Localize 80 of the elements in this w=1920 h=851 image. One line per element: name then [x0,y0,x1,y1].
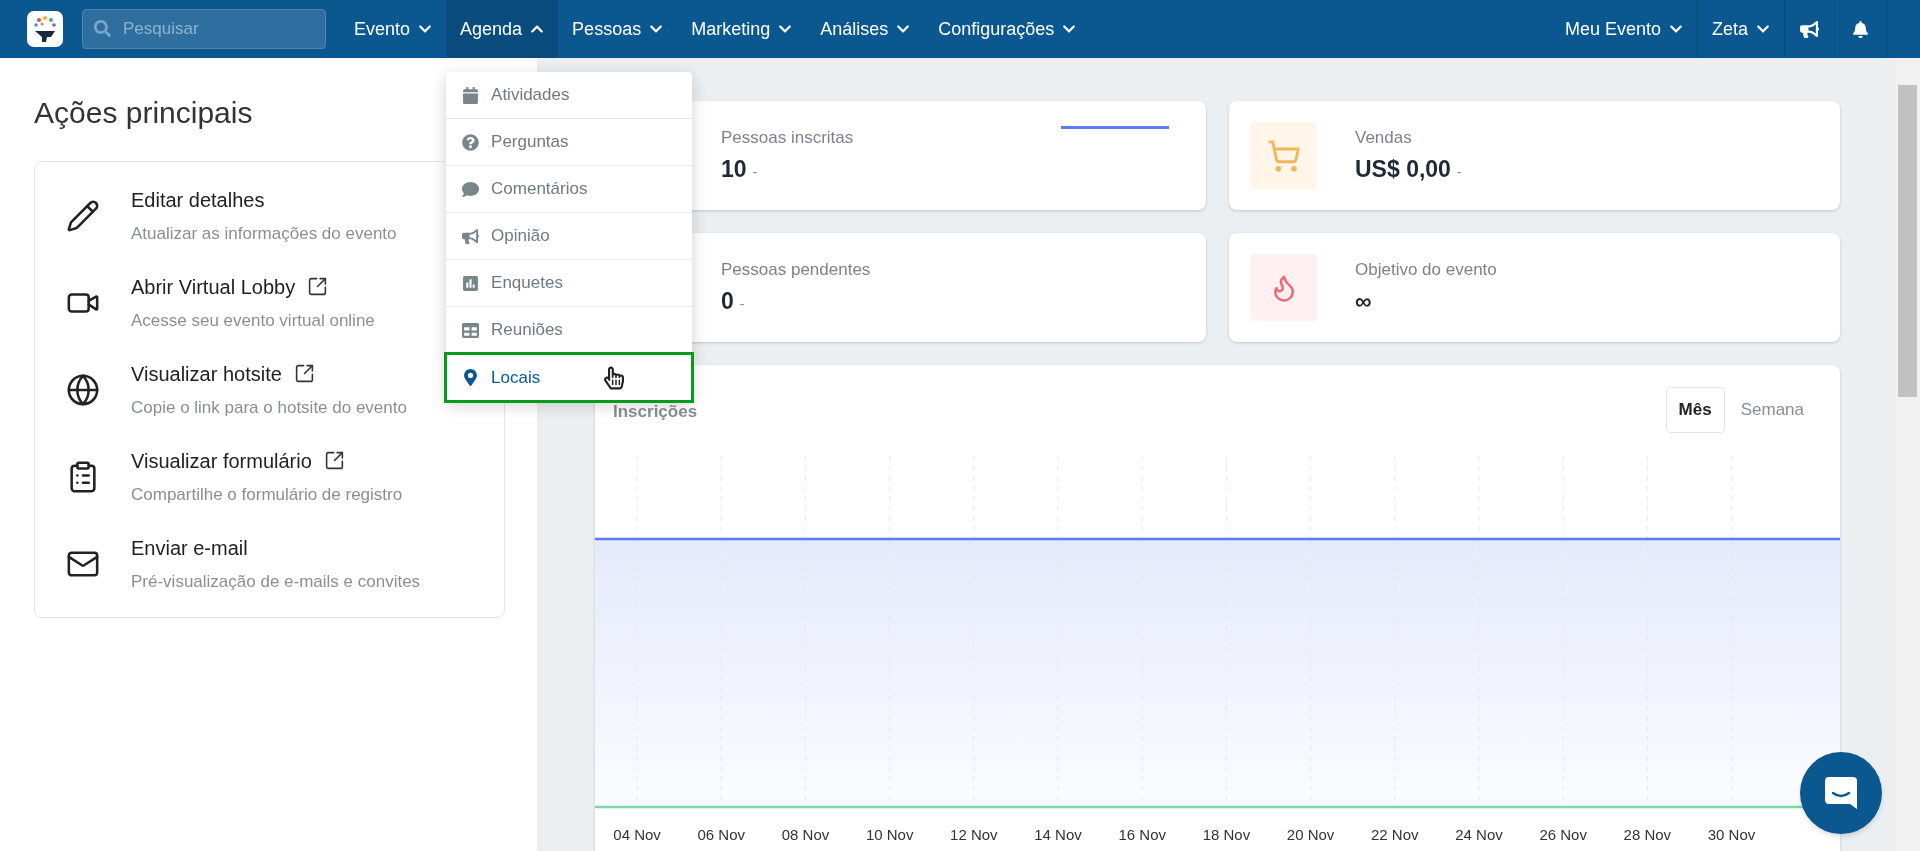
search-icon [94,20,111,37]
action-subtitle: Atualizar as informações do evento [131,222,397,245]
action-title: Visualizar hotsite [131,361,282,387]
axis-label: 30 Nov [1706,825,1757,845]
action-item[interactable]: Visualizar hotsite Copie o link para o hotsite do evento [35,346,413,433]
cart-icon [1266,138,1301,173]
period-toggle[interactable]: Mês [1665,387,1725,433]
nav-menu[interactable]: Evento [340,0,447,58]
stat-change: - [739,295,745,314]
menu-item-label: Atividades [491,84,570,107]
axis-label: 26 Nov [1538,825,1588,845]
stat-value: US$ 0,00 [1355,155,1451,184]
menu-item-label: Comentários [491,178,588,201]
menu-item-label: Locais [491,366,541,389]
action-subtitle: Pré-visualização de e-mails e convites [131,570,421,593]
menu-item-label: Reuniões [491,319,563,342]
menu-item-label: Opinião [491,225,550,248]
chart-title: Inscrições [613,401,698,423]
nav-menu[interactable]: Meu Evento [1550,0,1698,58]
stat-change: - [752,163,758,182]
action-title: Editar detalhes [131,187,265,213]
section-title: Ações principais [34,95,253,131]
action-item[interactable]: Enviar e-mail Pré-visualização de e-mails e convites [35,520,427,607]
nav-menu[interactable]: Agenda [446,0,559,58]
hand-pointer-icon [604,366,625,390]
megaphone-icon [1800,19,1819,39]
action-title: Abrir Virtual Lobby [131,274,296,300]
axis-label: 28 Nov [1622,825,1673,845]
stat-label: Objetivo do evento [1355,258,1497,281]
calendar-icon [462,86,480,104]
action-title: Visualizar formulário [131,448,312,474]
pencil-icon [66,198,100,233]
menu-item-label: Enquetes [491,272,563,295]
logo-icon [27,11,63,47]
external-link-icon [323,450,345,472]
external-link-icon [293,363,315,385]
axis-label: 14 Nov [1033,825,1083,845]
speech-bubble-icon [462,180,480,198]
table-icon [462,321,480,339]
chat-button[interactable] [1800,752,1882,834]
axis-label: 16 Nov [1117,825,1167,845]
axis-label: 20 Nov [1285,825,1336,845]
action-title: Enviar e-mail [131,535,248,561]
stat-value: ∞ [1355,287,1372,316]
nav-menu[interactable]: Zeta [1697,0,1785,58]
external-link-icon [307,276,329,298]
menu-item[interactable]: Locais [446,354,693,401]
axis-label: 12 Nov [949,825,999,845]
stat-value: 10 [721,155,747,184]
axis-label: 04 Nov [612,825,662,845]
axis-label: 10 Nov [864,825,915,845]
stat-change: - [1456,163,1462,182]
globe-icon [66,372,100,407]
bell-icon [1852,20,1869,38]
nav-menu[interactable]: Configurações [924,0,1091,58]
menu-item-label: Perguntas [491,131,569,154]
megaphone-icon [462,227,480,245]
action-subtitle: Acesse seu evento virtual online [131,309,375,332]
axis-label: 24 Nov [1454,825,1504,845]
axis-label: 08 Nov [780,825,831,845]
axis-label: 22 Nov [1370,825,1420,845]
stat-label: Vendas [1355,126,1413,149]
bar-chart-icon [462,274,480,292]
map-pin-icon [462,369,480,386]
action-item[interactable]: Visualizar formulário Compartilhe o formulário de registro [35,433,409,520]
question-icon [462,133,480,151]
action-item[interactable]: Abrir Virtual Lobby Acesse seu evento virtual online [35,259,381,346]
action-item[interactable]: Editar detalhes Atualizar as informações do evento [35,172,403,259]
search-field[interactable]: Pesquisar [82,9,326,49]
stat-label: Pessoas inscritas [721,126,854,149]
nav-menu[interactable]: Pessoas [558,0,678,58]
stat-label: Pessoas pendentes [721,258,871,281]
axis-label: 06 Nov [696,825,747,845]
scrollbar-thumb[interactable] [1898,85,1917,397]
axis-label: 18 Nov [1201,825,1252,845]
action-subtitle: Copie o link para o hotsite do evento [131,396,407,419]
stat-value: 0 [721,287,734,316]
action-subtitle: Compartilhe o formulário de registro [131,483,403,506]
nav-menu[interactable]: Análises [806,0,925,58]
nav-menu[interactable]: Marketing [677,0,807,58]
